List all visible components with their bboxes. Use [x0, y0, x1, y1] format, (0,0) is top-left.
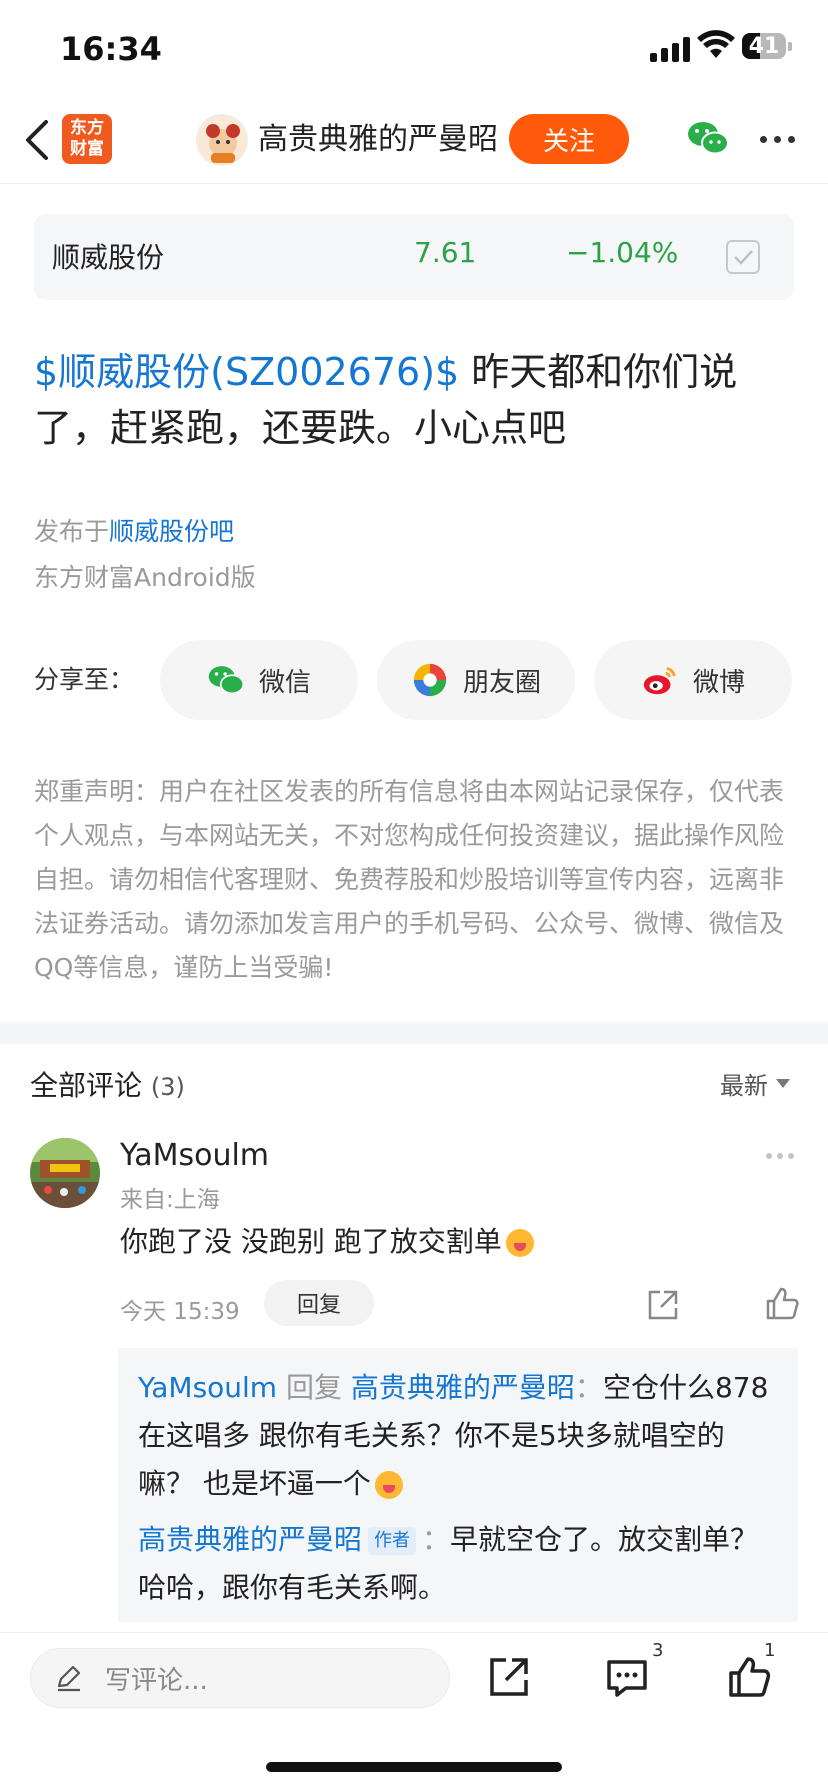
commenter-location: 来自:上海 — [120, 1187, 220, 1213]
wifi-icon — [697, 30, 735, 58]
battery-tip — [788, 42, 792, 51]
share-moments-label: 朋友圈 — [462, 667, 541, 698]
emoji-icon — [505, 1229, 534, 1257]
author-badge: 作者 — [368, 1527, 417, 1555]
reply-item[interactable]: YaMsoulm 回复 高贵典雅的严曼昭：空仓什么878 在这唱多 跟你有毛关系… — [138, 1364, 778, 1508]
comment-icon[interactable] — [604, 1654, 650, 1700]
comments-count: (3) — [150, 1073, 185, 1101]
post-content: $顺威股份(SZ002676)$ 昨天都和你们说了，赶紧跑，还要跌。小心点吧 — [34, 344, 794, 456]
like-count-badge: 1 — [764, 1640, 776, 1661]
logo-line-1: 东方 — [70, 118, 104, 138]
weibo-icon — [643, 667, 676, 695]
nav-user-name[interactable]: 高贵典雅的严曼昭 — [258, 118, 498, 162]
battery-level: 41 — [748, 33, 780, 59]
wechat-icon — [208, 666, 245, 695]
battery-icon: 41 — [742, 33, 786, 59]
forward-icon[interactable] — [486, 1654, 532, 1700]
share-label: 分享至： — [34, 665, 135, 694]
commenter-avatar[interactable] — [30, 1138, 100, 1208]
stock-change: −1.04% — [566, 236, 679, 269]
sort-dropdown[interactable]: 最新 — [720, 1066, 790, 1101]
reply-from[interactable]: YaMsoulm — [138, 1371, 277, 1404]
comments-header: 全部评论 (3) — [30, 1064, 185, 1104]
caret-down-icon — [776, 1079, 790, 1088]
post-client: 东方财富Android版 — [34, 563, 256, 592]
share-icon[interactable] — [646, 1288, 680, 1322]
comment-input[interactable]: 写评论... — [30, 1648, 450, 1708]
post-forum: 发布于顺威股份吧 — [34, 512, 234, 548]
home-indicator[interactable] — [266, 1762, 562, 1772]
cellular-signal-icon — [650, 36, 690, 62]
section-divider — [0, 1022, 828, 1044]
stock-name: 顺威股份 — [52, 241, 165, 274]
comments-title: 全部评论 — [30, 1069, 143, 1102]
share-moments-button[interactable]: 朋友圈 — [377, 640, 575, 720]
share-weibo-button[interactable]: 微博 — [594, 640, 792, 720]
pencil-icon — [57, 1665, 81, 1692]
stock-tag-link[interactable]: $顺威股份(SZ002676)$ — [34, 350, 459, 394]
emoji-icon — [374, 1471, 403, 1499]
share-weibo-label: 微博 — [692, 667, 745, 698]
reply-verb: 回复 — [277, 1371, 351, 1404]
logo-line-2: 财富 — [70, 139, 104, 159]
reply-sep: ： — [574, 1371, 603, 1404]
more-horizontal-icon[interactable] — [760, 136, 795, 143]
watchlist-checkbox[interactable] — [726, 240, 760, 274]
bottom-divider — [0, 1632, 828, 1633]
disclaimer-text: 郑重声明：用户在社区发表的所有信息将由本网站记录保存，仅代表个人观点，与本网站无… — [34, 777, 785, 982]
nav-divider — [0, 183, 828, 184]
chevron-left-icon[interactable] — [22, 118, 52, 162]
wechat-icon[interactable] — [686, 118, 730, 158]
stock-price: 7.61 — [414, 236, 477, 269]
thumbs-up-icon[interactable] — [764, 1286, 800, 1322]
reply-sep: ： — [422, 1523, 451, 1556]
author-avatar[interactable] — [196, 114, 248, 166]
reply-button[interactable]: 回复 — [264, 1280, 374, 1326]
follow-button[interactable]: 关注 — [509, 114, 629, 164]
moments-icon — [413, 663, 447, 697]
forum-link[interactable]: 顺威股份吧 — [109, 517, 234, 546]
status-time: 16:34 — [60, 30, 162, 68]
comment-text: 你跑了没 没跑别 跑了放交割单 — [120, 1222, 534, 1262]
comment-more-icon[interactable] — [766, 1153, 794, 1159]
sort-label: 最新 — [720, 1072, 768, 1100]
reply-to[interactable]: 高贵典雅的严曼昭 — [351, 1371, 575, 1404]
comment-count-badge: 3 — [652, 1640, 664, 1661]
eastmoney-logo[interactable]: 东方 财富 — [62, 114, 112, 164]
share-wechat-label: 微信 — [258, 667, 311, 698]
reply-item[interactable]: 高贵典雅的严曼昭 作者 ：早就空仓了。放交割单？哈哈，跟你有毛关系啊。 — [138, 1516, 778, 1612]
published-prefix: 发布于 — [34, 517, 110, 546]
comment-time: 今天 15:39 — [120, 1299, 240, 1325]
comment-text-body: 你跑了没 没跑别 跑了放交割单 — [120, 1225, 502, 1258]
reply-from[interactable]: 高贵典雅的严曼昭 — [138, 1523, 362, 1556]
comment-input-placeholder: 写评论... — [105, 1665, 208, 1696]
share-wechat-button[interactable]: 微信 — [160, 640, 358, 720]
commenter-name[interactable]: YaMsoulm — [120, 1138, 269, 1173]
